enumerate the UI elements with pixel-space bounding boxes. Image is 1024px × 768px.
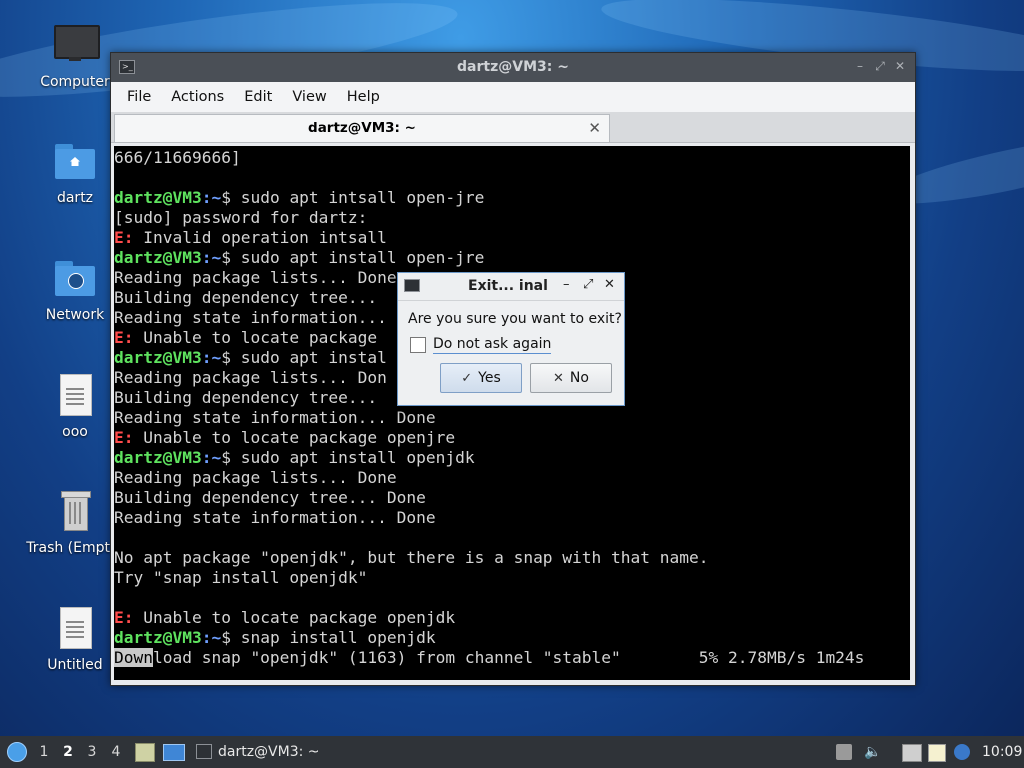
window-titlebar[interactable]: >_ dartz@VM3: ~ – ⤢ ✕ (111, 53, 915, 82)
error-tag: E: (114, 428, 134, 447)
no-label: No (569, 370, 589, 386)
term-line: [sudo] password for dartz: (114, 208, 368, 227)
menu-edit[interactable]: Edit (234, 89, 282, 105)
prompt-path: :~ (201, 348, 222, 367)
trash-icon (51, 488, 99, 536)
clock[interactable]: 10:09 (982, 736, 1022, 768)
home-folder-icon (51, 138, 99, 186)
term-line: Building dependency tree... (114, 388, 378, 407)
prompt-user: dartz@VM3 (114, 188, 202, 207)
term-progress-line: load snap "openjdk" (1163) from channel … (152, 648, 865, 667)
workspace-3[interactable]: 3 (82, 736, 102, 768)
taskbar-task-terminal[interactable]: dartz@VM3: ~ (194, 736, 324, 768)
selected-text: Down (114, 648, 153, 667)
close-icon[interactable]: ✕ (604, 277, 615, 292)
terminal-icon (196, 744, 212, 759)
term-line: Invalid operation intsall (133, 228, 387, 247)
term-line: Unable to locate package (133, 328, 378, 347)
notes-icon[interactable] (928, 744, 946, 762)
clipboard-icon[interactable] (836, 744, 852, 760)
tab-close-icon[interactable]: ✕ (588, 115, 601, 141)
prompt-path: :~ (201, 628, 222, 647)
prompt-user: dartz@VM3 (114, 448, 202, 467)
minimize-icon[interactable]: – (563, 277, 570, 292)
workspace-1[interactable]: 1 (34, 736, 54, 768)
prompt-path: :~ (201, 248, 222, 267)
dialog-message: Are you sure you want to exit? (408, 311, 622, 327)
network-folder-icon (51, 255, 99, 303)
tab-terminal[interactable]: dartz@VM3: ~ ✕ (114, 114, 610, 142)
term-line: Unable to locate package openjdk (133, 608, 456, 627)
terminal-icon (404, 279, 420, 292)
prompt-user: dartz@VM3 (114, 248, 202, 267)
menu-help[interactable]: Help (337, 89, 390, 105)
term-line: Reading state information... (114, 308, 387, 327)
window-title: dartz@VM3: ~ (457, 59, 569, 75)
workspace-4[interactable]: 4 (106, 736, 126, 768)
minimize-icon[interactable]: – (853, 59, 867, 73)
update-notifier-icon[interactable] (954, 744, 970, 760)
menu-view[interactable]: View (282, 89, 336, 105)
term-line: Building dependency tree... Done (114, 488, 426, 507)
term-line: Reading package lists... Don (114, 368, 387, 387)
workspace-2[interactable]: 2 (58, 736, 78, 768)
prompt-user: dartz@VM3 (114, 348, 202, 367)
close-icon[interactable]: ✕ (893, 59, 907, 73)
network-status-icon[interactable] (902, 744, 922, 762)
term-line: 666/11669666] (114, 148, 241, 167)
menubar: File Actions Edit View Help (111, 82, 915, 112)
term-line: Reading package lists... Done (114, 468, 397, 487)
check-icon: ✓ (461, 370, 473, 386)
tab-label: dartz@VM3: ~ (308, 120, 416, 136)
prompt-path: :~ (201, 448, 222, 467)
menu-actions[interactable]: Actions (161, 89, 234, 105)
error-tag: E: (114, 608, 134, 627)
do-not-ask-checkbox[interactable] (410, 337, 426, 353)
yes-label: Yes (478, 370, 501, 386)
computer-icon (51, 22, 100, 70)
do-not-ask-label[interactable]: Do not ask again (433, 336, 552, 354)
task-label: dartz@VM3: ~ (218, 744, 320, 760)
prompt-user: dartz@VM3 (114, 628, 202, 647)
file-manager-icon[interactable] (134, 736, 155, 768)
error-tag: E: (114, 228, 134, 247)
menu-file[interactable]: File (117, 89, 161, 105)
term-command: $ sudo apt install open-jre (221, 248, 485, 267)
term-line: Reading state information... Done (114, 508, 436, 527)
text-file-icon (51, 605, 99, 653)
term-line: Unable to locate package openjre (133, 428, 456, 447)
term-line: Building dependency tree... (114, 288, 378, 307)
terminal-output[interactable]: 666/11669666] dartz@VM3:~$ sudo apt ints… (114, 146, 910, 680)
term-command: $ snap install openjdk (221, 628, 436, 647)
dialog-titlebar[interactable]: Exit... inal – ⤢ ✕ (398, 273, 624, 301)
volume-icon[interactable]: 🔈 (864, 744, 881, 760)
term-command: $ sudo apt instal (221, 348, 387, 367)
start-menu-icon[interactable] (6, 736, 28, 768)
maximize-icon[interactable]: ⤢ (583, 277, 593, 292)
tab-bar: dartz@VM3: ~ ✕ (111, 112, 915, 143)
exit-confirm-dialog[interactable]: Exit... inal – ⤢ ✕ Are you sure you want… (397, 272, 625, 406)
yes-button[interactable]: ✓ Yes (440, 363, 522, 393)
x-icon: ✕ (553, 370, 564, 386)
dialog-title: Exit... inal (468, 278, 548, 294)
text-file-icon (51, 372, 99, 420)
no-button[interactable]: ✕ No (530, 363, 612, 393)
taskbar: 1 2 3 4 dartz@VM3: ~ 🔈 10:09 (0, 736, 1024, 768)
term-line: Reading package lists... Done (114, 268, 397, 287)
error-tag: E: (114, 328, 134, 347)
term-command: $ sudo apt intsall open-jre (221, 188, 485, 207)
term-line: Reading state information... Done (114, 408, 436, 427)
show-desktop-icon[interactable] (162, 736, 185, 768)
term-command: $ sudo apt install openjdk (221, 448, 475, 467)
prompt-path: :~ (201, 188, 222, 207)
term-line: No apt package "openjdk", but there is a… (114, 548, 709, 567)
term-line: Try "snap install openjdk" (114, 568, 368, 587)
maximize-icon[interactable]: ⤢ (873, 59, 887, 73)
